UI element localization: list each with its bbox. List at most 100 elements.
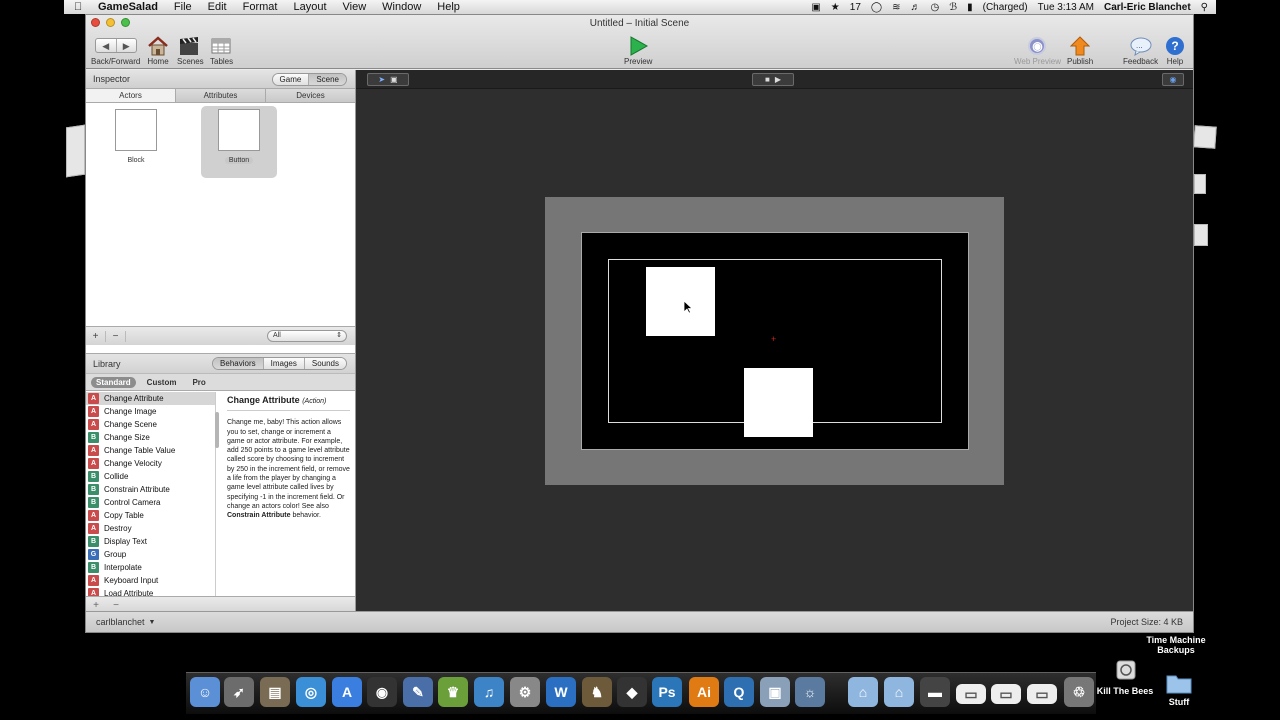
description-link[interactable]: Constrain Attribute — [227, 512, 291, 519]
window1-icon[interactable]: ▭ — [956, 684, 986, 704]
photoshop-icon[interactable]: Ps — [652, 677, 682, 707]
stuff-label[interactable]: Stuff — [1160, 697, 1198, 707]
tab-behaviors[interactable]: Behaviors — [213, 358, 263, 369]
help-button[interactable]: ? Help — [1166, 35, 1184, 66]
bluetooth-icon[interactable]: ℬ — [949, 2, 957, 13]
sync-icon[interactable]: ◯ — [871, 2, 882, 13]
home-button[interactable]: Home — [147, 35, 169, 66]
publish-button[interactable]: Publish — [1067, 35, 1093, 66]
scene-playback-controls[interactable]: ■ ▶ — [752, 73, 794, 86]
time-machine-label[interactable]: Time Machine Backups — [1138, 635, 1214, 655]
add-behavior-button[interactable]: + — [86, 600, 106, 611]
menu-format[interactable]: Format — [235, 1, 286, 13]
kill-the-bees-label[interactable]: Kill The Bees — [1094, 686, 1156, 696]
tab-images[interactable]: Images — [262, 358, 304, 369]
illustrator-icon[interactable]: Ai — [689, 677, 719, 707]
behavior-item[interactable]: B Constrain Attribute — [86, 483, 215, 496]
orientation-button[interactable]: ◉ — [1162, 73, 1184, 86]
trash-icon[interactable]: ♲ — [1064, 677, 1094, 707]
preview-icon[interactable]: ▣ — [760, 677, 790, 707]
kill-the-bees-icon[interactable] — [1114, 658, 1138, 684]
volume-icon[interactable]: ♬ — [910, 2, 920, 13]
feedback-button[interactable]: ... Feedback — [1123, 35, 1158, 66]
gimp-icon[interactable]: ♞ — [582, 677, 612, 707]
menu-help[interactable]: Help — [429, 1, 468, 13]
behavior-item[interactable]: A Change Image — [86, 405, 215, 418]
behavior-item[interactable]: B Change Size — [86, 431, 215, 444]
appstore-icon[interactable]: A — [332, 677, 362, 707]
menu-gamesalad[interactable]: GameSalad — [90, 1, 166, 13]
behavior-item[interactable]: G Group — [86, 548, 215, 561]
inkscape-icon[interactable]: ◆ — [617, 677, 647, 707]
word-icon[interactable]: W — [546, 677, 576, 707]
behavior-item[interactable]: B Collide — [86, 470, 215, 483]
behavior-item[interactable]: A Change Velocity — [86, 457, 215, 470]
behavior-item[interactable]: B Display Text — [86, 535, 215, 548]
applications-folder-icon[interactable]: ⌂ — [848, 677, 878, 707]
actor-button[interactable]: Button — [201, 106, 277, 178]
system-icon[interactable]: ▤ — [260, 677, 290, 707]
back-forward-control[interactable]: ◀ ▶ Back/Forward — [91, 35, 140, 66]
remove-behavior-button[interactable]: − — [106, 600, 126, 611]
stuff-folder-icon[interactable] — [1166, 672, 1192, 694]
iphoto-icon[interactable]: ☼ — [795, 677, 825, 707]
tool-selector[interactable]: ➤ ▣ — [367, 73, 409, 86]
actor-filter-select[interactable]: All ⇕ — [267, 330, 347, 342]
add-actor-button[interactable]: + — [86, 330, 106, 342]
behavior-item[interactable]: A Destroy — [86, 522, 215, 535]
tab-custom[interactable]: Custom — [142, 377, 182, 388]
back-arrow-icon[interactable]: ◀ — [96, 39, 116, 52]
menu-view[interactable]: View — [335, 1, 375, 13]
account-user[interactable]: carlblanchet — [96, 617, 145, 627]
behavior-item[interactable]: A Change Attribute — [86, 392, 215, 405]
battery-status[interactable]: (Charged) — [983, 2, 1028, 13]
preview-button[interactable]: Preview — [624, 35, 652, 66]
actor-block[interactable]: Block — [98, 109, 174, 173]
wifi-icon[interactable]: ≋ — [892, 2, 900, 13]
spotlight-icon[interactable]: ⚲ — [1201, 2, 1208, 13]
documents-folder-icon[interactable]: ⌂ — [884, 677, 914, 707]
hd-icon[interactable]: ▬ — [920, 677, 950, 707]
tab-actors[interactable]: Actors — [86, 89, 176, 102]
tab-pro[interactable]: Pro — [187, 377, 210, 388]
stop-icon[interactable]: ■ — [765, 75, 770, 84]
tab-scene[interactable]: Scene — [308, 74, 346, 85]
button-actor-instance[interactable] — [744, 368, 813, 437]
camera-tool-icon[interactable]: ▣ — [390, 75, 398, 84]
window3-icon[interactable]: ▭ — [1027, 684, 1057, 704]
remove-actor-button[interactable]: − — [106, 330, 126, 342]
block-actor-instance[interactable] — [646, 267, 715, 336]
forward-arrow-icon[interactable]: ▶ — [115, 39, 136, 52]
menu-file[interactable]: File — [166, 1, 200, 13]
chevron-down-icon[interactable]: ▼ — [149, 619, 156, 626]
tables-button[interactable]: Tables — [210, 35, 233, 66]
behavior-item[interactable]: A Change Scene — [86, 418, 215, 431]
game-icon[interactable]: ♛ — [438, 677, 468, 707]
itunes-icon[interactable]: ♫ — [474, 677, 504, 707]
tab-game[interactable]: Game — [272, 74, 309, 85]
rocket-icon[interactable]: ➶ — [224, 677, 254, 707]
dashboard-icon[interactable]: ◉ — [367, 677, 397, 707]
window2-icon[interactable]: ▭ — [991, 684, 1021, 704]
play-small-icon[interactable]: ▶ — [775, 75, 781, 84]
time-machine-icon[interactable]: ◷ — [930, 2, 939, 13]
tab-devices[interactable]: Devices — [266, 89, 355, 102]
tab-sounds[interactable]: Sounds — [303, 358, 346, 369]
globe-icon[interactable]: ◉ — [1170, 75, 1177, 84]
preferences-icon[interactable]: ⚙ — [510, 677, 540, 707]
behavior-item[interactable]: A Copy Table — [86, 509, 215, 522]
scenes-button[interactable]: Scenes — [177, 35, 204, 66]
web-preview-button[interactable]: ◉ Web Preview — [1014, 35, 1061, 66]
arrow-tool-icon[interactable]: ➤ — [378, 75, 385, 84]
screen-record-icon[interactable]: ▣ — [811, 2, 820, 13]
tab-standard[interactable]: Standard — [91, 376, 136, 388]
menu-layout[interactable]: Layout — [285, 1, 334, 13]
menu-edit[interactable]: Edit — [200, 1, 235, 13]
adium-icon[interactable]: ★ — [831, 2, 840, 13]
behavior-item[interactable]: A Change Table Value — [86, 444, 215, 457]
behavior-item[interactable]: B Interpolate — [86, 561, 215, 574]
menu-clock[interactable]: Tue 3:13 AM — [1038, 2, 1094, 13]
behavior-item[interactable]: B Control Camera — [86, 496, 215, 509]
menu-user[interactable]: Carl-Eric Blanchet — [1104, 2, 1191, 13]
tab-attributes[interactable]: Attributes — [176, 89, 266, 102]
